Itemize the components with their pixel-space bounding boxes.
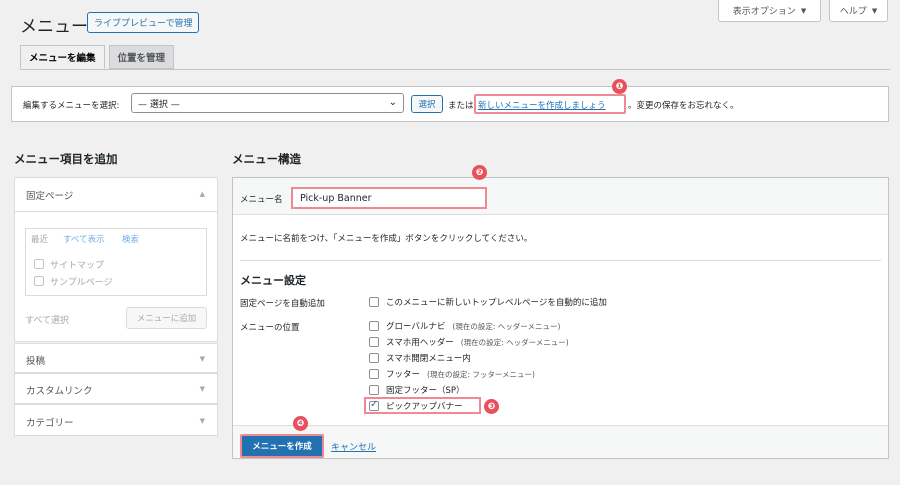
- location-checkbox-checked[interactable]: [369, 399, 379, 411]
- tab-manage-locations[interactable]: 位置を管理: [108, 45, 175, 69]
- select-button[interactable]: 選択: [411, 95, 443, 113]
- auto-add-checkbox[interactable]: [369, 297, 379, 307]
- location-checkbox[interactable]: [369, 369, 379, 379]
- location-option[interactable]: 固定フッター（SP）: [369, 384, 465, 396]
- caret-down-icon: ▼: [199, 385, 205, 393]
- tab-edit-menus[interactable]: メニューを編集: [20, 45, 105, 69]
- location-option[interactable]: スマホ用ヘッダー (現在の設定: ヘッダーメニュー): [369, 336, 569, 348]
- live-preview-button[interactable]: ライブプレビューで管理: [87, 12, 200, 33]
- menu-select-value: — 選択 —: [138, 99, 180, 110]
- auto-add-label: 固定ページを自動追加: [240, 299, 325, 309]
- location-option-label: グローバルナビ: [386, 322, 446, 332]
- location-checkbox[interactable]: [369, 353, 379, 363]
- accordion-divider: [15, 211, 217, 212]
- location-option[interactable]: フッター (現在の設定: フッターメニュー): [369, 368, 535, 380]
- menu-name-input[interactable]: Pick-up Banner: [291, 187, 487, 209]
- chevron-down-icon: ⌄: [388, 97, 397, 108]
- help-label: ヘルプ: [839, 7, 867, 17]
- location-checkbox[interactable]: [369, 385, 379, 395]
- page-checkbox[interactable]: [34, 276, 44, 286]
- location-option-label: 固定フッター（SP）: [386, 386, 465, 396]
- menu-name-value: Pick-up Banner: [300, 192, 372, 204]
- step-badge-3: ❸: [484, 399, 499, 414]
- add-menu-items-heading: メニュー項目を追加: [14, 152, 118, 166]
- menu-name-label: メニュー名: [240, 195, 283, 205]
- location-option-label: フッター: [386, 370, 421, 380]
- accordion-custom-links[interactable]: カスタムリンク ▼: [14, 373, 218, 404]
- accordion-title-custom-links: カスタムリンク: [26, 386, 93, 397]
- accordion-categories[interactable]: カテゴリー ▼: [14, 404, 218, 436]
- page-checkbox[interactable]: [34, 259, 44, 269]
- menu-structure-panel: [232, 177, 889, 459]
- section-divider: [240, 260, 881, 261]
- create-new-menu-link[interactable]: 新しいメニューを作成しましょう: [478, 99, 606, 111]
- accordion-title-categories: カテゴリー: [26, 418, 74, 429]
- save-reminder-text: 。変更の保存をお忘れなく。: [628, 101, 739, 111]
- step-badge-4: ❹: [293, 416, 308, 431]
- caret-up-icon[interactable]: ▲: [200, 190, 205, 198]
- tab-bar: メニューを編集 位置を管理: [20, 45, 178, 69]
- location-checkbox[interactable]: [369, 337, 379, 347]
- caret-down-icon: ▼: [800, 6, 807, 15]
- select-all-link[interactable]: すべて選択: [25, 313, 69, 326]
- page-title: メニュー: [20, 17, 88, 37]
- page-item-label: サイトマップ: [50, 261, 105, 271]
- menu-select-dropdown[interactable]: — 選択 — ⌄: [131, 93, 404, 113]
- help-button[interactable]: ヘルプ ▼: [829, 0, 888, 22]
- location-note: (現在の設定: ヘッダーメニュー): [460, 337, 569, 347]
- menu-hint-text: メニューに名前をつけ、「メニューを作成」ボタンをクリックしてください。: [240, 234, 533, 244]
- page-item-label: サンプルページ: [50, 278, 113, 288]
- auto-add-option-label: このメニューに新しいトップレベルページを自動的に追加: [386, 298, 607, 308]
- location-option-label: スマホ開閉メニュー内: [386, 354, 471, 364]
- screen-options-label: 表示オプション: [732, 7, 796, 17]
- caret-down-icon: ▼: [199, 417, 205, 425]
- location-option-label: ピックアップバナー: [386, 402, 463, 412]
- location-checkbox[interactable]: [369, 321, 379, 331]
- add-to-menu-button[interactable]: メニューに追加: [126, 307, 207, 329]
- location-option[interactable]: グローバルナビ (現在の設定: ヘッダーメニュー): [369, 320, 560, 332]
- menu-settings-heading: メニュー設定: [240, 274, 306, 287]
- step-badge-2: ❷: [472, 165, 487, 180]
- location-note: (現在の設定: フッターメニュー): [427, 369, 535, 379]
- menu-location-label: メニューの位置: [240, 323, 300, 333]
- auto-add-option[interactable]: このメニューに新しいトップレベルページを自動的に追加: [369, 296, 607, 308]
- caret-down-icon: ▼: [199, 355, 205, 363]
- screen-options-button[interactable]: 表示オプション ▼: [718, 0, 821, 22]
- tab-show-all[interactable]: すべて表示: [63, 233, 105, 245]
- create-menu-button[interactable]: メニューを作成: [240, 434, 324, 458]
- menu-select-label: 編集するメニューを選択:: [23, 101, 120, 111]
- tab-recent[interactable]: 最近: [31, 233, 48, 245]
- accordion-title-posts: 投稿: [26, 356, 46, 367]
- caret-down-icon: ▼: [871, 6, 878, 15]
- location-note: (現在の設定: ヘッダーメニュー): [452, 321, 561, 331]
- accordion-posts[interactable]: 投稿 ▼: [14, 343, 218, 373]
- cancel-link[interactable]: キャンセル: [331, 440, 376, 453]
- tab-divider: [20, 69, 890, 70]
- or-text: または: [448, 101, 474, 111]
- tab-search[interactable]: 検索: [122, 233, 139, 245]
- accordion-title-fixed-pages[interactable]: 固定ページ: [26, 188, 73, 202]
- location-option-label: スマホ用ヘッダー: [386, 338, 454, 348]
- location-option-pickup[interactable]: ピックアップバナー: [369, 399, 463, 412]
- step-badge-1: ❶: [612, 79, 627, 94]
- menu-structure-heading: メニュー構造: [232, 152, 301, 166]
- location-option[interactable]: スマホ開閉メニュー内: [369, 352, 471, 364]
